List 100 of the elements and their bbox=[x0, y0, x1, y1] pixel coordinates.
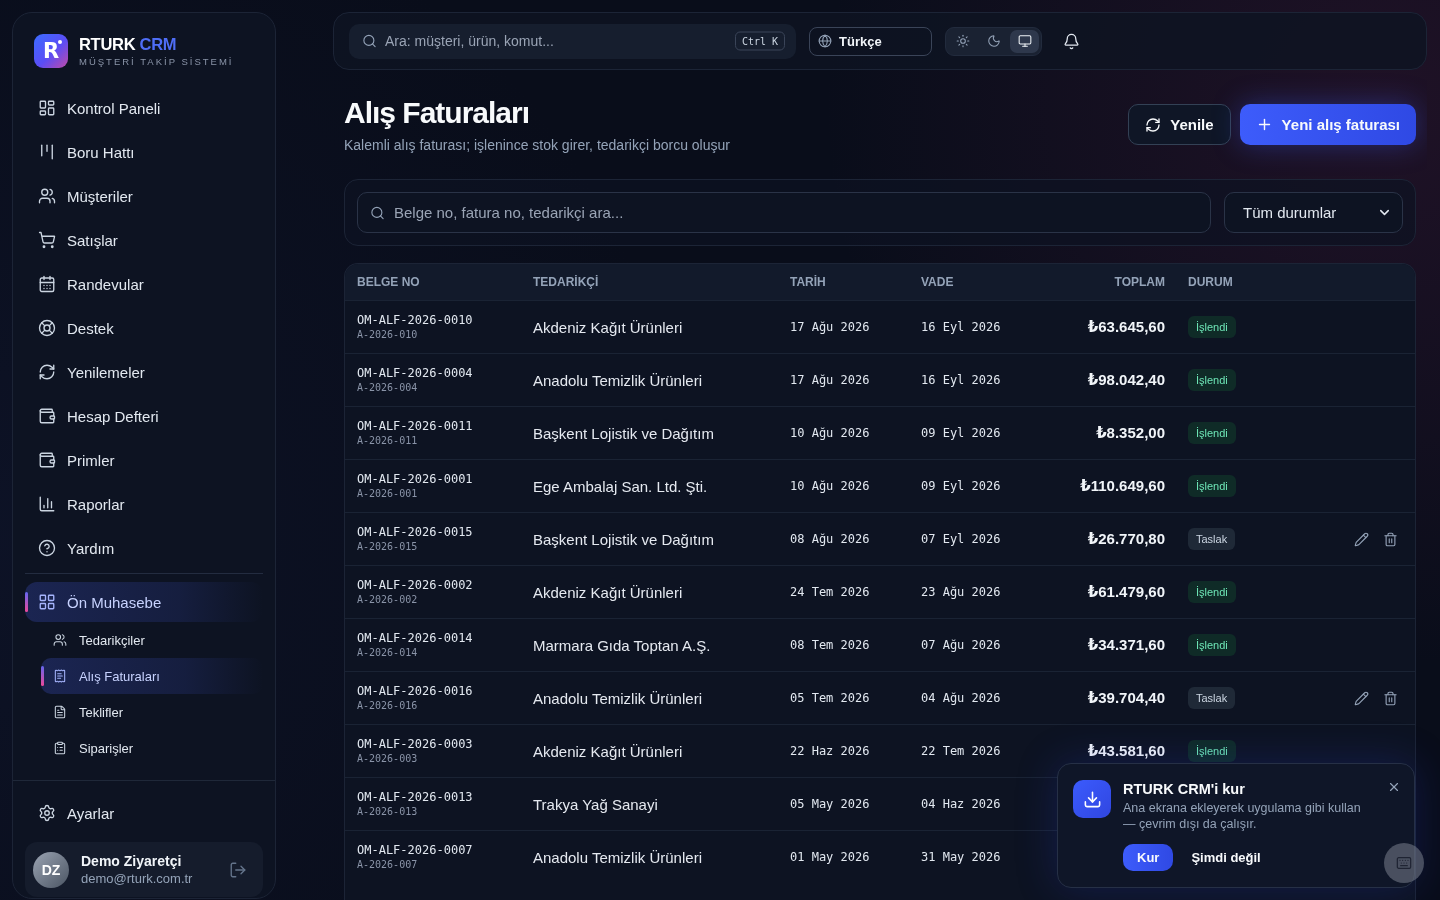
reference-number: A-2026-015 bbox=[357, 540, 419, 553]
supplier-name: Ege Ambalaj San. Ltd. Şti. bbox=[533, 477, 708, 495]
nav-item[interactable]: Yenilemeler bbox=[25, 350, 263, 394]
users-icon bbox=[38, 187, 56, 205]
notifications-button[interactable] bbox=[1063, 32, 1080, 50]
status-badge: Taslak bbox=[1188, 687, 1236, 709]
due-date: 09 Eyl 2026 bbox=[921, 426, 1001, 440]
column-header: TEDARİKÇİ bbox=[533, 275, 599, 289]
delete-button[interactable] bbox=[1383, 690, 1398, 706]
nav-item[interactable]: Boru Hattı bbox=[25, 130, 263, 174]
refresh-button[interactable]: Yenile bbox=[1128, 104, 1231, 145]
bar-chart-icon bbox=[38, 495, 56, 513]
supplier-name: Akdeniz Kağıt Ürünleri bbox=[533, 583, 683, 601]
edit-button[interactable] bbox=[1354, 690, 1369, 706]
cart-icon bbox=[38, 231, 56, 249]
language-select[interactable]: Türkçe bbox=[809, 26, 932, 56]
refresh-icon bbox=[1145, 116, 1162, 133]
column-header: TARİH bbox=[790, 275, 826, 289]
document-number: OM-ALF-2026-0013 bbox=[357, 790, 474, 805]
system-theme-button[interactable] bbox=[1010, 29, 1039, 53]
page-subtitle: Kalemli alış faturası; işlenince stok girer, tedarikçi borcu oluşur bbox=[344, 136, 730, 154]
nav-item[interactable]: Kontrol Paneli bbox=[25, 86, 263, 130]
total-amount: ₺34.371,60 bbox=[1087, 636, 1165, 654]
due-date: 04 Haz 2026 bbox=[921, 797, 1001, 811]
document-number: OM-ALF-2026-0004 bbox=[357, 366, 474, 381]
wallet-icon bbox=[38, 407, 56, 425]
status-badge: İşlendi bbox=[1188, 634, 1236, 656]
help-icon bbox=[38, 539, 56, 557]
lifebuoy-icon bbox=[38, 319, 56, 337]
reference-number: A-2026-016 bbox=[357, 699, 419, 712]
reference-number: A-2026-014 bbox=[357, 646, 419, 659]
status-select[interactable]: Tüm durumlar bbox=[1224, 192, 1403, 233]
trash-icon bbox=[1383, 690, 1398, 706]
supplier-name: Anadolu Temizlik Ürünleri bbox=[533, 848, 702, 866]
nav-item[interactable]: Primler bbox=[25, 438, 263, 482]
invoice-date: 05 May 2026 bbox=[790, 797, 870, 811]
total-amount: ₺8.352,00 bbox=[1096, 424, 1165, 442]
prompt-title: RTURK CRM'i kur bbox=[1123, 780, 1246, 798]
settings-item[interactable]: Ayarlar bbox=[25, 791, 263, 835]
invoice-date: 05 Tem 2026 bbox=[790, 691, 870, 705]
download-icon bbox=[1073, 780, 1111, 818]
refresh-icon bbox=[38, 363, 56, 381]
nav-item[interactable]: Hesap Defteri bbox=[25, 394, 263, 438]
logout-icon bbox=[229, 860, 247, 879]
nav-item[interactable]: Yardım bbox=[25, 526, 263, 570]
document-number: OM-ALF-2026-0001 bbox=[357, 472, 474, 487]
nav-subitem[interactable]: Siparişler bbox=[41, 730, 263, 766]
nav-item[interactable]: Satışlar bbox=[25, 218, 263, 262]
column-header: TOPLAM bbox=[1114, 275, 1165, 289]
due-date: 07 Ağu 2026 bbox=[921, 638, 1001, 652]
reference-number: A-2026-004 bbox=[357, 381, 419, 394]
invoice-date: 08 Tem 2026 bbox=[790, 638, 870, 652]
status-badge: İşlendi bbox=[1188, 581, 1236, 603]
status-badge: İşlendi bbox=[1188, 422, 1236, 444]
status-badge: İşlendi bbox=[1188, 475, 1236, 497]
total-amount: ₺43.581,60 bbox=[1087, 742, 1165, 760]
user-name: Demo Ziyaretçi bbox=[81, 853, 183, 869]
close-button[interactable] bbox=[1387, 780, 1401, 794]
supplier-name: Trakya Yağ Sanayi bbox=[533, 795, 658, 813]
nav-item[interactable]: Müşteriler bbox=[25, 174, 263, 218]
new-invoice-button[interactable]: Yeni alış faturası bbox=[1239, 104, 1416, 145]
nav-subitem[interactable]: Tedarikçiler bbox=[41, 622, 263, 658]
nav-item[interactable]: Raporlar bbox=[25, 482, 263, 526]
delete-button[interactable] bbox=[1383, 531, 1398, 547]
logout-button[interactable] bbox=[229, 860, 247, 879]
user-email: demo@rturk.com.tr bbox=[81, 871, 194, 886]
keyboard-button[interactable] bbox=[1384, 843, 1424, 883]
search-icon bbox=[370, 205, 385, 220]
reference-number: A-2026-003 bbox=[357, 752, 419, 765]
column-header: DURUM bbox=[1187, 275, 1233, 289]
reference-number: A-2026-013 bbox=[357, 805, 419, 818]
total-amount: ₺39.704,40 bbox=[1087, 689, 1165, 707]
calendar-icon bbox=[38, 275, 56, 293]
wallet-icon bbox=[38, 451, 56, 469]
search-icon bbox=[362, 33, 377, 49]
edit-button[interactable] bbox=[1354, 531, 1369, 547]
nav-item[interactable]: Destek bbox=[25, 306, 263, 350]
nav-subitem[interactable]: Teklifler bbox=[41, 694, 263, 730]
install-button[interactable]: Kur bbox=[1123, 844, 1174, 871]
receipt-icon bbox=[53, 669, 67, 683]
globe-icon bbox=[818, 34, 832, 48]
invoice-date: 24 Tem 2026 bbox=[790, 585, 870, 599]
nav-item[interactable]: Randevular bbox=[25, 262, 263, 306]
sun-icon bbox=[955, 34, 970, 48]
document-number: OM-ALF-2026-0007 bbox=[357, 843, 474, 858]
reference-number: A-2026-001 bbox=[357, 487, 419, 500]
clipboard-icon bbox=[53, 741, 67, 755]
invoice-date: 17 Ağu 2026 bbox=[790, 320, 870, 334]
brand-tagline: MÜŞTERİ TAKİP SİSTEMİ bbox=[79, 56, 234, 67]
dismiss-button[interactable]: Şimdi değil bbox=[1183, 844, 1269, 871]
status-badge: İşlendi bbox=[1188, 369, 1236, 391]
due-date: 07 Eyl 2026 bbox=[921, 532, 1001, 546]
invoice-search-field[interactable]: Belge no, fatura no, tedarikçi ara... bbox=[357, 192, 1211, 233]
document-number: OM-ALF-2026-0010 bbox=[357, 313, 474, 328]
supplier-name: Başkent Lojistik ve Dağıtım bbox=[533, 424, 714, 442]
total-amount: ₺98.042,40 bbox=[1087, 371, 1165, 389]
due-date: 31 May 2026 bbox=[921, 850, 1001, 864]
due-date: 16 Eyl 2026 bbox=[921, 320, 1001, 334]
document-number: OM-ALF-2026-0014 bbox=[357, 631, 474, 646]
document-number: OM-ALF-2026-0003 bbox=[357, 737, 474, 752]
